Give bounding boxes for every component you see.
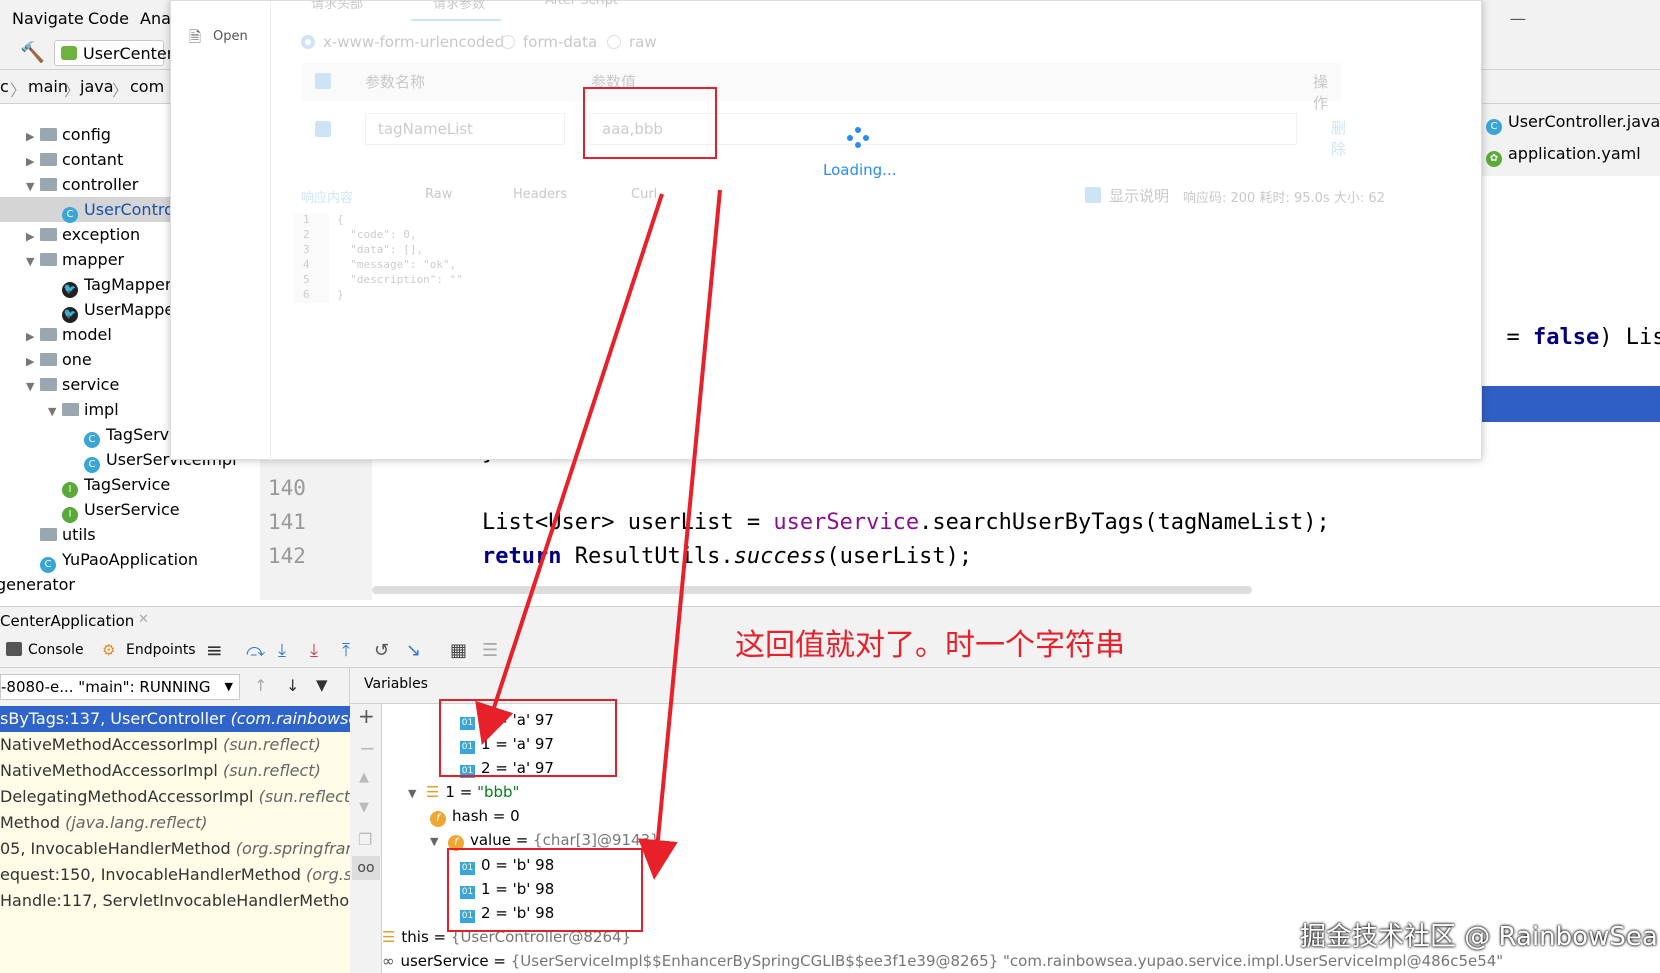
annotation-text: 这回值就对了。时一个字符串 [735, 628, 1125, 663]
annotation-arrows [475, 189, 722, 880]
arrow-to-a-chars [475, 193, 664, 746]
arrow-to-b-chars [637, 189, 722, 880]
watermark: 掘金技术社区 @ RainbowSea [1300, 922, 1658, 952]
